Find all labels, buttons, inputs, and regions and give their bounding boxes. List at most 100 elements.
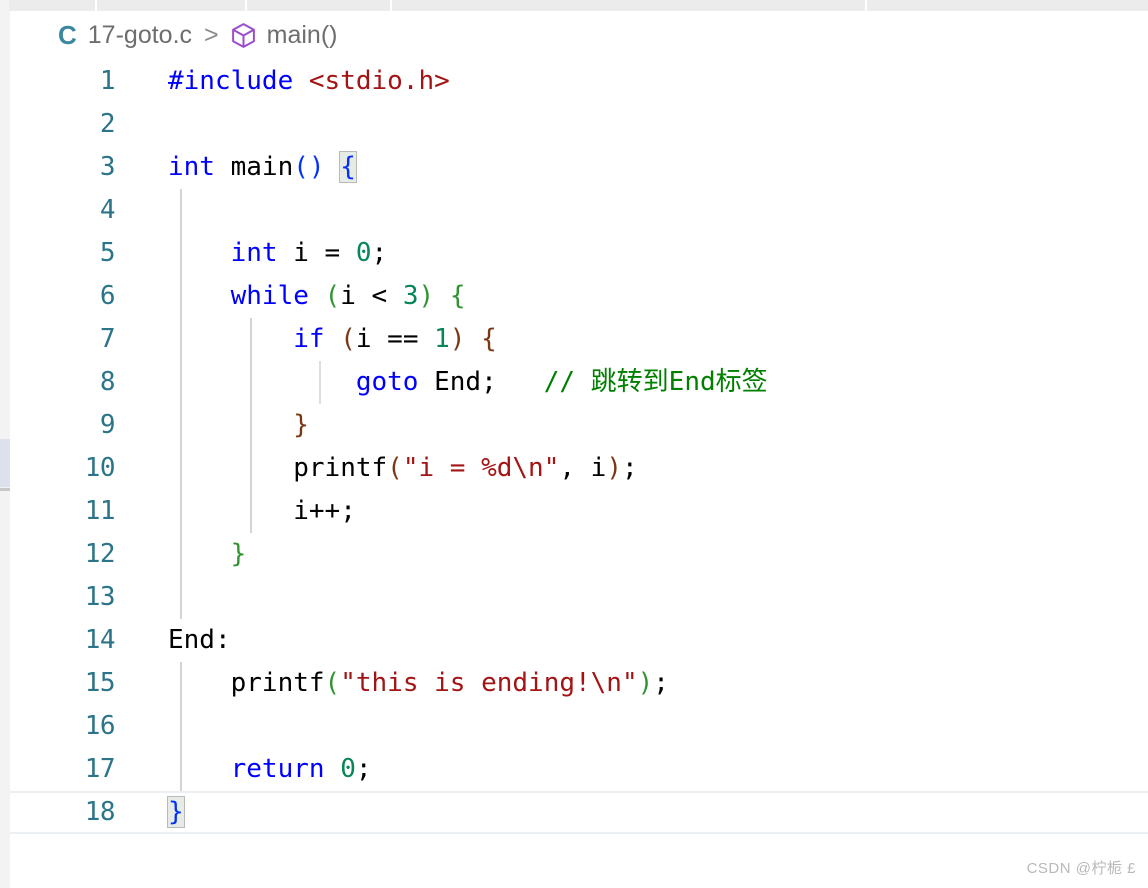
code-token: while	[230, 281, 309, 311]
tab-divider	[865, 0, 867, 11]
line-number[interactable]: 9	[10, 404, 116, 447]
code-token: ()	[293, 152, 325, 182]
overview-ruler-mark	[0, 488, 10, 491]
line-number[interactable]: 11	[10, 490, 116, 533]
cube-icon	[231, 22, 256, 49]
breadcrumb-symbol-name[interactable]: main()	[267, 21, 338, 50]
code-text[interactable]: while (i < 3) {	[168, 275, 466, 318]
line-number[interactable]: 7	[10, 318, 116, 361]
code-text[interactable]: }	[168, 404, 309, 447]
line-number[interactable]: 18	[10, 791, 116, 834]
code-text[interactable]: printf("i = %d\n", i);	[168, 447, 638, 490]
line-number[interactable]: 12	[10, 533, 116, 576]
line-number[interactable]: 14	[10, 619, 116, 662]
line-number[interactable]: 16	[10, 705, 116, 748]
code-token: int	[168, 152, 215, 182]
code-token: i++;	[293, 496, 356, 526]
line-number[interactable]: 3	[10, 146, 116, 189]
line-number[interactable]: 2	[10, 103, 116, 146]
code-line[interactable]: 3 int main() {	[10, 146, 1148, 189]
code-text[interactable]: int i = 0;	[168, 232, 388, 275]
code-token: ;	[653, 668, 669, 698]
code-text[interactable]: int main() {	[168, 146, 357, 189]
code-token: (	[324, 281, 341, 311]
editor-tab-strip[interactable]	[0, 0, 1148, 11]
code-token: "i = %d\n"	[402, 453, 560, 483]
line-number[interactable]: 6	[10, 275, 116, 318]
code-token: (	[387, 453, 403, 483]
indent-guide	[249, 318, 252, 533]
code-token: }	[230, 539, 247, 569]
code-token: 1	[434, 324, 450, 354]
code-text[interactable]: i++;	[168, 490, 356, 533]
line-number[interactable]: 8	[10, 361, 116, 404]
code-token: End;	[418, 367, 544, 397]
code-text[interactable]: return 0;	[168, 748, 372, 791]
tab-divider	[245, 0, 247, 11]
breadcrumb-file-name[interactable]: 17-goto.c	[88, 21, 192, 50]
code-line[interactable]: 14 End:	[10, 619, 1148, 662]
scrollbar-thumb[interactable]	[0, 439, 10, 487]
code-token: i ==	[355, 324, 435, 354]
code-token: return	[230, 754, 325, 784]
code-editor[interactable]: 1 #include <stdio.h> 2 3 int main() { 4 5 in…	[10, 60, 1148, 888]
code-token: i =	[277, 238, 356, 268]
code-token: <stdio.h>	[308, 66, 450, 96]
code-token: 0	[355, 238, 372, 268]
line-number[interactable]: 15	[10, 662, 116, 705]
line-number[interactable]: 4	[10, 189, 116, 232]
code-text[interactable]: End:	[168, 619, 231, 662]
indent-guide	[319, 361, 321, 404]
line-number[interactable]: 13	[10, 576, 116, 619]
code-token: // 跳转到End标签	[543, 367, 768, 397]
code-token: (	[324, 668, 341, 698]
code-line[interactable]: 1 #include <stdio.h>	[10, 60, 1148, 103]
code-text[interactable]: if (i == 1) {	[168, 318, 497, 361]
chevron-right-icon: >	[204, 21, 219, 49]
code-token: goto	[355, 367, 419, 397]
code-token: )	[637, 668, 654, 698]
line-number[interactable]: 10	[10, 447, 116, 490]
code-line[interactable]: 2	[10, 103, 1148, 146]
code-token: )	[606, 453, 622, 483]
tab-strip-left-edge	[0, 0, 9, 11]
code-text[interactable]: printf("this is ending!\n");	[168, 662, 669, 705]
code-token: ;	[621, 453, 638, 483]
code-text[interactable]: goto End; // 跳转到End标签	[168, 361, 768, 404]
overview-ruler[interactable]	[0, 11, 10, 888]
code-line[interactable]: 18}	[10, 791, 1148, 834]
vscode-editor-window: C 17-goto.c > main() 1 #include <stdio.h>…	[0, 0, 1148, 888]
code-token: }	[167, 796, 185, 828]
code-token: int	[230, 238, 278, 268]
tab-divider	[390, 0, 392, 11]
watermark: CSDN @柠栀 £	[1026, 860, 1136, 877]
code-text[interactable]: }	[167, 791, 185, 834]
code-token: }	[293, 410, 309, 440]
code-token: ;	[371, 238, 388, 268]
code-token: {	[339, 151, 357, 183]
c-language-icon[interactable]: C	[58, 20, 77, 51]
line-number[interactable]: 17	[10, 748, 116, 791]
indent-guide	[180, 662, 182, 791]
code-text[interactable]	[168, 103, 184, 146]
code-text[interactable]: #include <stdio.h>	[168, 60, 450, 103]
code-token: 0	[340, 754, 356, 784]
code-token: )	[449, 324, 466, 354]
code-token: printf	[230, 668, 325, 698]
code-token: End:	[168, 625, 231, 655]
line-number[interactable]: 1	[10, 60, 116, 103]
line-number[interactable]: 5	[10, 232, 116, 275]
code-token: , i	[559, 453, 607, 483]
